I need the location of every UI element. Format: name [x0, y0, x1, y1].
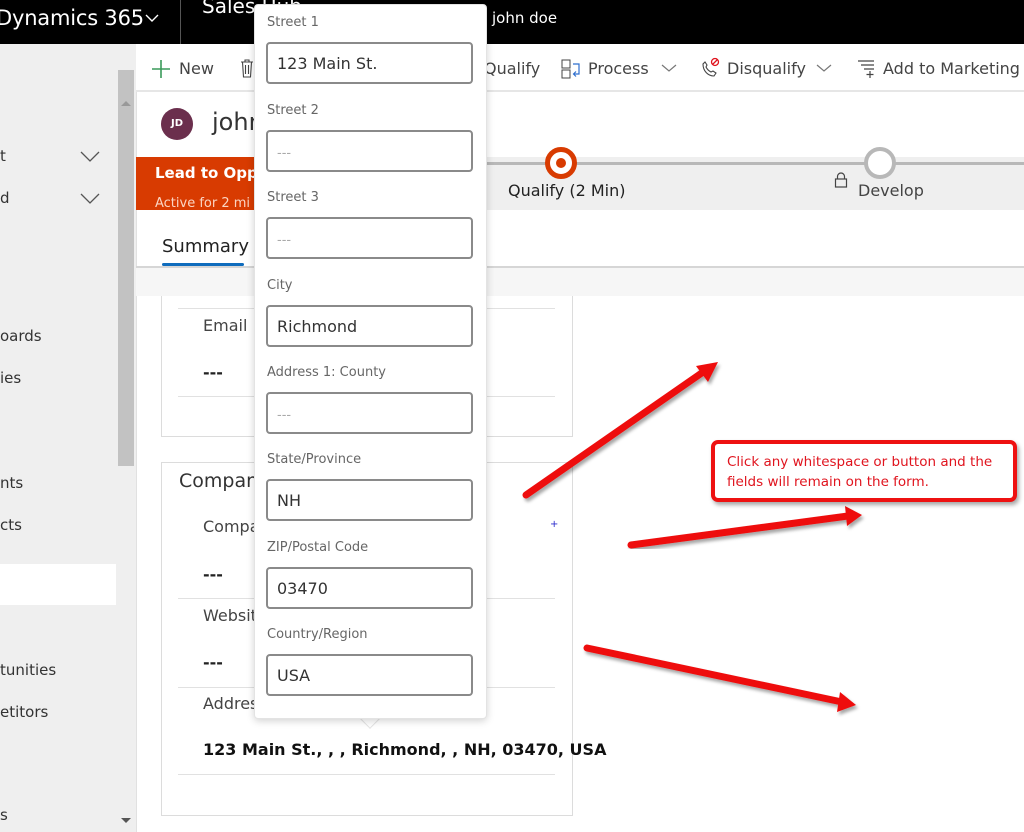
sidebar-item-selected[interactable] — [0, 564, 116, 605]
chevron-down-icon[interactable] — [80, 193, 100, 205]
stage-develop-label[interactable]: Develop — [858, 181, 924, 200]
scroll-up-arrow-icon[interactable] — [121, 101, 131, 106]
stage-qualify-indicator[interactable] — [545, 147, 577, 179]
street3-label: Street 3 — [267, 190, 319, 205]
state-input[interactable] — [266, 479, 473, 521]
top-navigation-bar: Dynamics 365 Sales Hub john doe — [0, 0, 1024, 44]
annotation-text: Click any whitespace or button and the f… — [727, 454, 993, 490]
company-name-label: Compa — [203, 517, 260, 536]
sidebar-item-accounts[interactable]: nts — [0, 474, 23, 492]
city-input[interactable] — [266, 305, 473, 347]
sidebar-item-opportunities[interactable]: tunities — [0, 661, 56, 679]
address-label: Addres — [203, 694, 259, 713]
avatar: JD — [161, 108, 193, 140]
website-value[interactable]: --- — [203, 653, 223, 672]
divider — [178, 774, 555, 775]
annotation-callout: Click any whitespace or button and the f… — [711, 440, 1017, 502]
record-title-user: john doe — [492, 9, 558, 27]
sidebar-item-contacts[interactable]: cts — [0, 516, 22, 534]
sidebar-item-activities[interactable]: ies — [0, 369, 21, 387]
lock-icon — [834, 172, 848, 188]
chevron-down-icon[interactable] — [80, 151, 100, 163]
process-button[interactable]: Process — [588, 59, 649, 78]
process-duration: Active for 2 mi — [155, 196, 251, 210]
county-input[interactable] — [266, 392, 473, 434]
add-to-marketing-list-button[interactable]: Add to Marketing L — [883, 59, 1024, 78]
country-label: Country/Region — [267, 627, 368, 642]
country-input[interactable] — [266, 654, 473, 696]
scroll-down-arrow-icon[interactable] — [121, 818, 131, 823]
stage-qualify-label[interactable]: Qualify (2 Min) — [508, 181, 625, 200]
stage-develop-indicator[interactable] — [864, 147, 896, 179]
street3-input[interactable] — [266, 217, 473, 259]
county-label: Address 1: County — [267, 365, 386, 380]
email-value[interactable]: --- — [203, 363, 223, 382]
chevron-down-icon[interactable] — [144, 10, 160, 26]
process-icon — [561, 59, 580, 79]
process-name: Lead to Oppo — [155, 164, 254, 182]
sidebar-scrollbar-thumb[interactable] — [118, 70, 134, 466]
disqualify-phone-icon — [702, 57, 720, 77]
delete-icon[interactable] — [240, 58, 254, 78]
state-label: State/Province — [267, 452, 362, 467]
process-flyout-button[interactable]: Lead to Oppo Active for 2 mi — [136, 157, 254, 210]
street1-label: Street 1 — [267, 15, 319, 30]
zip-label: ZIP/Postal Code — [267, 540, 369, 555]
qualify-button[interactable]: Qualify — [484, 59, 540, 78]
website-label: Websit — [203, 606, 257, 625]
company-name-value[interactable]: --- — [203, 565, 223, 584]
disqualify-button[interactable]: Disqualify — [727, 59, 806, 78]
add-list-icon — [858, 60, 874, 78]
street2-input[interactable] — [266, 130, 473, 172]
street1-input[interactable] — [266, 42, 473, 84]
city-label: City — [267, 278, 293, 293]
arrow-right — [627, 506, 862, 549]
sidebar-item-competitors[interactable]: etitors — [0, 703, 48, 721]
street2-label: Street 2 — [267, 103, 319, 118]
plus-icon — [152, 60, 170, 78]
new-button[interactable]: New — [179, 59, 214, 78]
chevron-down-icon[interactable] — [661, 63, 677, 73]
arrow-down-right — [583, 644, 856, 712]
sidebar-item-more[interactable]: s — [0, 806, 8, 824]
divider — [180, 0, 181, 44]
sidebar-group-1[interactable]: t — [0, 147, 6, 165]
sidebar-item-dashboards[interactable]: oards — [0, 327, 42, 345]
chevron-down-icon[interactable] — [816, 63, 832, 73]
app-title[interactable]: Dynamics 365 — [0, 6, 144, 30]
email-label: Email — [203, 316, 248, 335]
address-composite-value[interactable]: 123 Main St., , , Richmond, , NH, 03470,… — [203, 740, 606, 759]
section-title: Compan — [179, 470, 259, 492]
tab-summary[interactable]: Summary — [162, 236, 249, 257]
zip-input[interactable] — [266, 567, 473, 609]
required-indicator: + — [550, 519, 559, 530]
sidebar-group-2[interactable]: d — [0, 189, 10, 207]
